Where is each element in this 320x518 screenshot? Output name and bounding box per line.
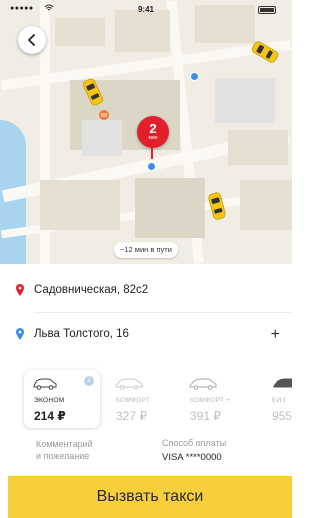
blue-pin-icon [16,328,24,340]
map-building [55,18,105,46]
tariff-business[interactable]: БИЗ 955 [262,370,292,428]
info-icon[interactable]: i [84,376,94,386]
tariff-name: КОМФОРТ + [190,397,231,404]
map-building [228,130,288,165]
route-panel: Садовническая, 82с2 Льва Толстого, 16 + [0,264,292,364]
tariff-price: 391 ₽ [190,409,221,423]
map-building [215,78,275,123]
add-stop-button[interactable]: + [271,326,280,344]
chevron-left-icon [28,34,35,46]
food-poi-icon [99,110,109,120]
pickup-minutes: 2 [149,121,157,136]
map-building [135,178,205,238]
taxi-car-icon [208,192,226,220]
payment-method-label: Способ оплаты [162,438,227,448]
order-options: Комментарий и пожелание Способ оплаты VI… [0,432,292,476]
tariff-price: 214 ₽ [34,409,66,423]
map-building [40,180,120,230]
payment-method-value: VISA ****0000 [162,452,222,463]
pickup-pin[interactable]: 2 мин [137,116,169,148]
pickup-address-row[interactable]: Садовническая, 82с2 [0,268,292,312]
tariff-name: ЭКОНОМ [34,397,65,404]
status-bar: ●●●●● 9:41 [0,0,292,20]
tariff-price: 327 ₽ [116,409,147,423]
pickup-minutes-unit: мин [148,135,158,141]
back-button[interactable] [18,26,46,54]
user-location-dot [190,72,199,81]
red-pin-icon [16,284,24,296]
car-icon [115,378,143,390]
car-icon [273,378,292,388]
pickup-point-dot [147,162,156,171]
car-icon [33,378,57,390]
comment-label-line1: Комментарий [36,439,93,449]
order-taxi-button[interactable]: Вызвать такси [8,476,292,518]
tariff-price: 955 [272,409,292,423]
tariff-comfort[interactable]: КОМФОРТ 327 ₽ [106,370,182,428]
tariff-econom[interactable]: i ЭКОНОМ 214 ₽ [24,370,100,428]
tariff-name: КОМФОРТ [116,397,151,404]
tariff-selector: i ЭКОНОМ 214 ₽ КОМФОРТ 327 ₽ КОМФОРТ + 3… [0,364,292,430]
battery-icon [258,6,276,14]
destination-address-row[interactable]: Льва Толстого, 16 [0,312,292,356]
car-icon [189,378,217,390]
comment-label-line2: и пожелание [36,451,90,461]
tariff-name: БИЗ [272,397,286,404]
map-building [82,120,122,156]
trip-eta-label: ~12 мин в пути [114,242,178,258]
comment-button[interactable]: Комментарий и пожелание [36,438,93,462]
status-time: 9:41 [137,5,154,14]
tariff-comfort-plus[interactable]: КОМФОРТ + 391 ₽ [180,370,256,428]
destination-address: Льва Толстого, 16 [34,328,129,340]
pickup-address: Садовническая, 82с2 [34,284,149,296]
map[interactable]: 2 мин ~12 мин в пути [0,0,292,264]
pickup-pin-stem [151,145,153,159]
map-building [240,180,292,230]
